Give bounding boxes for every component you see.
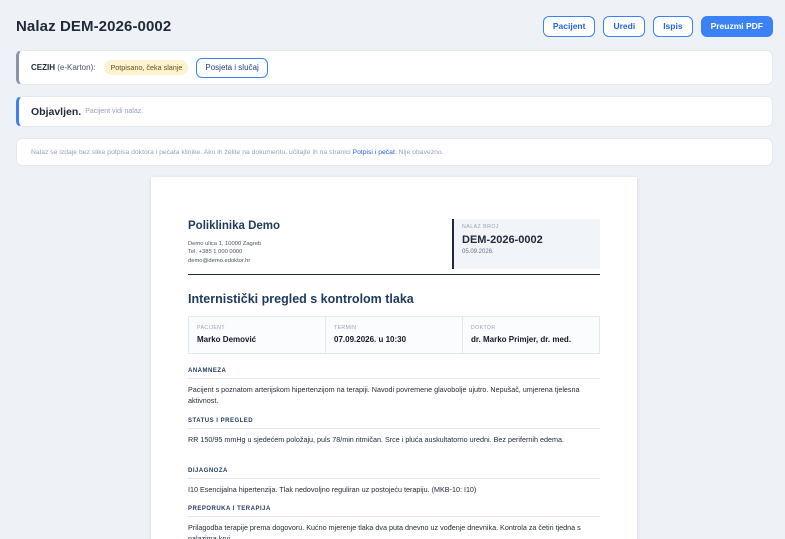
status-badge: Potpisano, čeka slanje [104,60,189,75]
meta-doctor: DOKTOR dr. Marko Primjer, dr. med. [471,325,572,344]
document-preview: Poliklinika Demo Demo ulica 1, 10000 Zag… [151,177,637,539]
clinic-email: demo@demo.edoktor.hr [188,258,251,264]
published-subtitle: Pacijent vidi nalaz. [85,108,144,115]
report-date: 05.09.2026. [462,249,494,255]
print-button[interactable]: Ispis [653,15,693,37]
cezih-status-card: CEZIH (e-Karton): Potpisano, čeka slanje… [16,50,773,85]
meta-term: TERMIN 07.09.2026. u 10:30 [326,317,463,353]
signatures-link[interactable]: Potpisi i pečat [353,149,395,156]
document-header: Poliklinika Demo Demo ulica 1, 10000 Zag… [188,219,600,275]
signature-notice-card: Nalaz se izdaje bez slike potpisa doktor… [16,138,773,166]
clinic-name: Poliklinika Demo [188,220,281,232]
page-header: Nalaz DEM-2026-0002 Pacijent Uredi Ispis… [16,14,773,38]
clinic-phone: Tel. +385 1 000 0000 [188,249,243,255]
header-actions: Pacijent Uredi Ispis Preuzmi PDF [542,15,773,37]
report-number-box: NALAZ BROJ DEM-2026-0002 05.09.2026. [452,219,600,269]
cezih-label: CEZIH (e-Karton): [31,63,96,72]
clinic-address: Demo ulica 1, 10000 Zagreb [188,241,262,247]
meta-patient: PACIJENT Marko Demović [189,317,326,353]
visit-case-button[interactable]: Posjeta i slučaj [196,57,268,78]
section-anamneza: ANAMNEZA Pacijent s poznatom arterijskom… [188,368,600,406]
page-title: Nalaz DEM-2026-0002 [16,17,172,35]
report-number-label: NALAZ BROJ [462,224,499,230]
published-card: Objavljen. Pacijent vidi nalaz. [16,96,773,127]
download-pdf-button[interactable]: Preuzmi PDF [700,15,773,37]
document-title: Internistički pregled s kontrolom tlaka [188,292,414,306]
document-meta: PACIJENT Marko Demović TERMIN 07.09.2026… [188,316,600,354]
section-status: STATUS I PREGLED RR 150/95 mmHg u sjedeć… [188,418,600,445]
patient-button[interactable]: Pacijent [542,15,596,37]
notice-text: Nalaz se izdaje bez slike potpisa doktor… [31,148,444,156]
edit-button[interactable]: Uredi [603,15,646,37]
section-diagnosis: DIJAGNOZA I10 Esencijalna hipertenzija. … [188,468,600,495]
section-recommendation: PREPORUKA I TERAPIJA Prilagodba terapije… [188,506,600,539]
report-number: DEM-2026-0002 [462,234,543,246]
published-title: Objavljen. [31,105,82,118]
